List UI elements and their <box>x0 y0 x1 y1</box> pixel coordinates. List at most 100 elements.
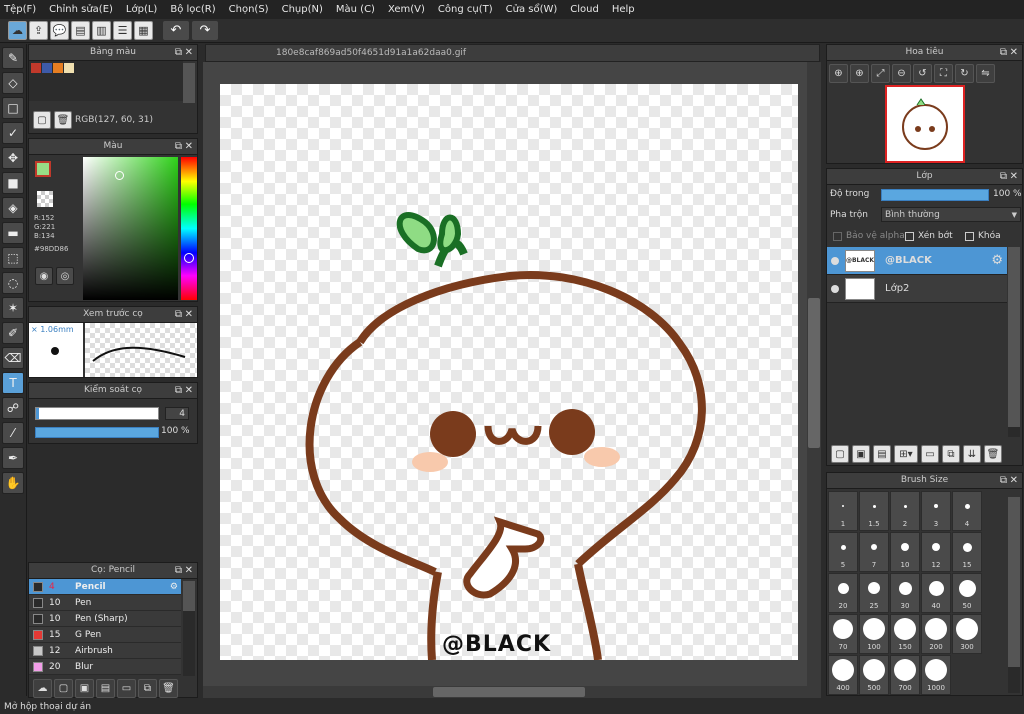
eyedropper-icon[interactable]: ⁄ <box>2 422 24 444</box>
brush-size-cell[interactable]: 1 <box>828 491 858 531</box>
brush-tool-icon[interactable]: ✎ <box>2 47 24 69</box>
brush-size-cell[interactable]: 3 <box>921 491 951 531</box>
popout-icon[interactable]: ⧉ <box>1000 473 1007 488</box>
protect-alpha-checkbox[interactable]: Bảo vệ alpha <box>833 231 905 241</box>
popout-icon[interactable]: ⧉ <box>175 139 182 154</box>
transparent-swatch[interactable] <box>37 191 53 207</box>
fill-rect-icon[interactable]: ■ <box>2 172 24 194</box>
clipping-checkbox[interactable]: Xén bớt <box>905 231 953 241</box>
brush-size-cell[interactable]: 500 <box>859 655 889 695</box>
brush-list-item[interactable]: 10 Pen (Sharp) <box>29 611 181 627</box>
saturation-value-picker[interactable] <box>83 157 178 300</box>
copy-layer-icon[interactable]: ▤ <box>873 445 891 463</box>
brush-size-cell[interactable]: 4 <box>952 491 982 531</box>
menu-item[interactable]: Help <box>612 4 635 15</box>
layer-opacity-slider[interactable] <box>881 189 989 201</box>
close-icon[interactable]: ✕ <box>1010 473 1018 488</box>
close-icon[interactable]: ✕ <box>185 563 193 578</box>
redo-button[interactable]: ↷ <box>192 21 218 40</box>
brush-size-cell[interactable]: 70 <box>828 614 858 654</box>
trash-icon[interactable]: 🗑 <box>159 679 178 698</box>
duplicate-layer-icon[interactable]: ⧉ <box>942 445 960 463</box>
brush-list-item[interactable]: 4 Pencil ⚙ <box>29 579 181 595</box>
folder-icon[interactable]: ▭ <box>921 445 939 463</box>
sv-cursor[interactable] <box>115 171 124 180</box>
flip-icon[interactable]: ⇋ <box>976 64 995 83</box>
new-swatch-icon[interactable]: ▢ <box>33 111 51 129</box>
palette-icon[interactable]: ◉ <box>35 267 53 285</box>
brush-size-slider[interactable] <box>35 407 159 420</box>
cloud-icon[interactable]: ☁ <box>8 21 27 40</box>
brush-size-cell[interactable]: 100 <box>859 614 889 654</box>
fit-icon[interactable]: ⤢ <box>871 64 890 83</box>
canvas-horizontal-scrollbar[interactable] <box>203 686 821 698</box>
zoom-out-icon[interactable]: ⊖ <box>892 64 911 83</box>
popout-icon[interactable]: ⧉ <box>1000 169 1007 184</box>
brush-size-cell[interactable]: 200 <box>921 614 951 654</box>
popout-icon[interactable]: ⧉ <box>175 563 182 578</box>
brush-size-cell[interactable]: 5 <box>828 532 858 572</box>
new-layer-alt-icon[interactable]: ▣ <box>852 445 870 463</box>
brush-size-cell[interactable]: 20 <box>828 573 858 613</box>
menu-item[interactable]: Chụp(N) <box>282 4 323 15</box>
dropper-icon[interactable]: ✒ <box>2 447 24 469</box>
popout-icon[interactable]: ⧉ <box>175 45 182 60</box>
brush-size-cell[interactable]: 300 <box>952 614 982 654</box>
close-icon[interactable]: ✕ <box>185 383 193 398</box>
artboard[interactable]: @BLACK <box>220 84 798 660</box>
eye-icon[interactable] <box>831 256 839 265</box>
layer-row[interactable]: @BLACK @BLACK ⚙ <box>827 247 1007 275</box>
brush-size-cell[interactable]: 400 <box>828 655 858 695</box>
popout-icon[interactable]: ⧉ <box>175 307 182 322</box>
brush-size-cell[interactable]: 50 <box>952 573 982 613</box>
new-brush-icon[interactable]: ▢ <box>54 679 73 698</box>
select-pen-icon[interactable]: ✐ <box>2 322 24 344</box>
rotate-right-icon[interactable]: ↻ <box>955 64 974 83</box>
eye-icon[interactable] <box>831 284 839 293</box>
palette-swap-icon[interactable]: ◎ <box>56 267 74 285</box>
palette-scrollbar[interactable] <box>183 63 195 103</box>
pan-tool-icon[interactable]: ☍ <box>2 397 24 419</box>
popout-icon[interactable]: ⧉ <box>175 383 182 398</box>
select-check-icon[interactable]: ✓ <box>2 122 24 144</box>
copy-brush-icon[interactable]: ▤ <box>96 679 115 698</box>
gradient-tool-icon[interactable]: ▬ <box>2 222 24 244</box>
cloud-brush-icon[interactable]: ☁ <box>33 679 52 698</box>
brush-size-cell[interactable]: 25 <box>859 573 889 613</box>
brush-size-scrollbar[interactable] <box>1008 497 1020 693</box>
layers-scrollbar[interactable] <box>1008 247 1020 437</box>
menu-item[interactable]: Lớp(L) <box>126 4 157 15</box>
magic-wand-icon[interactable]: ✶ <box>2 297 24 319</box>
menu-item[interactable]: Xem(V) <box>388 4 425 15</box>
text-tool-icon[interactable]: T <box>2 372 24 394</box>
comment-icon[interactable]: ▤ <box>71 21 90 40</box>
undo-button[interactable]: ↶ <box>163 21 189 40</box>
add-layer-menu-icon[interactable]: ⊞▾ <box>894 445 918 463</box>
move-tool-icon[interactable]: ✥ <box>2 147 24 169</box>
menu-item[interactable]: Cloud <box>570 4 599 15</box>
close-icon[interactable]: ✕ <box>1010 45 1018 60</box>
palette-swatch[interactable] <box>53 63 63 73</box>
eraser-tool-icon[interactable]: ◇ <box>2 72 24 94</box>
zoom-in-icon[interactable]: ⊕ <box>850 64 869 83</box>
rect-select-icon[interactable]: ⬚ <box>2 247 24 269</box>
close-icon[interactable]: ✕ <box>185 45 193 60</box>
canvas-vertical-scrollbar[interactable] <box>807 62 821 686</box>
brush-size-value[interactable]: 4 <box>165 407 189 420</box>
trash-icon[interactable]: 🗑 <box>984 445 1002 463</box>
brush-size-cell[interactable]: 2 <box>890 491 920 531</box>
menu-item[interactable]: Cửa sổ(W) <box>506 4 558 15</box>
brush-list-item[interactable]: 12 Airbrush <box>29 643 181 659</box>
brush-size-cell[interactable]: 12 <box>921 532 951 572</box>
menu-item[interactable]: Tệp(F) <box>4 4 36 15</box>
menu-item[interactable]: Bộ lọc(R) <box>170 4 215 15</box>
menu-item[interactable]: Công cụ(T) <box>438 4 493 15</box>
grid-icon[interactable]: ▦ <box>134 21 153 40</box>
brush-list-item[interactable]: 15 G Pen <box>29 627 181 643</box>
reset-view-icon[interactable]: ⛶ <box>934 64 953 83</box>
duplicate-icon[interactable]: ⧉ <box>138 679 157 698</box>
brush-size-cell[interactable]: 30 <box>890 573 920 613</box>
folder-icon[interactable]: ▭ <box>117 679 136 698</box>
navigator-thumbnail[interactable] <box>885 85 965 163</box>
palette-swatch[interactable] <box>42 63 52 73</box>
